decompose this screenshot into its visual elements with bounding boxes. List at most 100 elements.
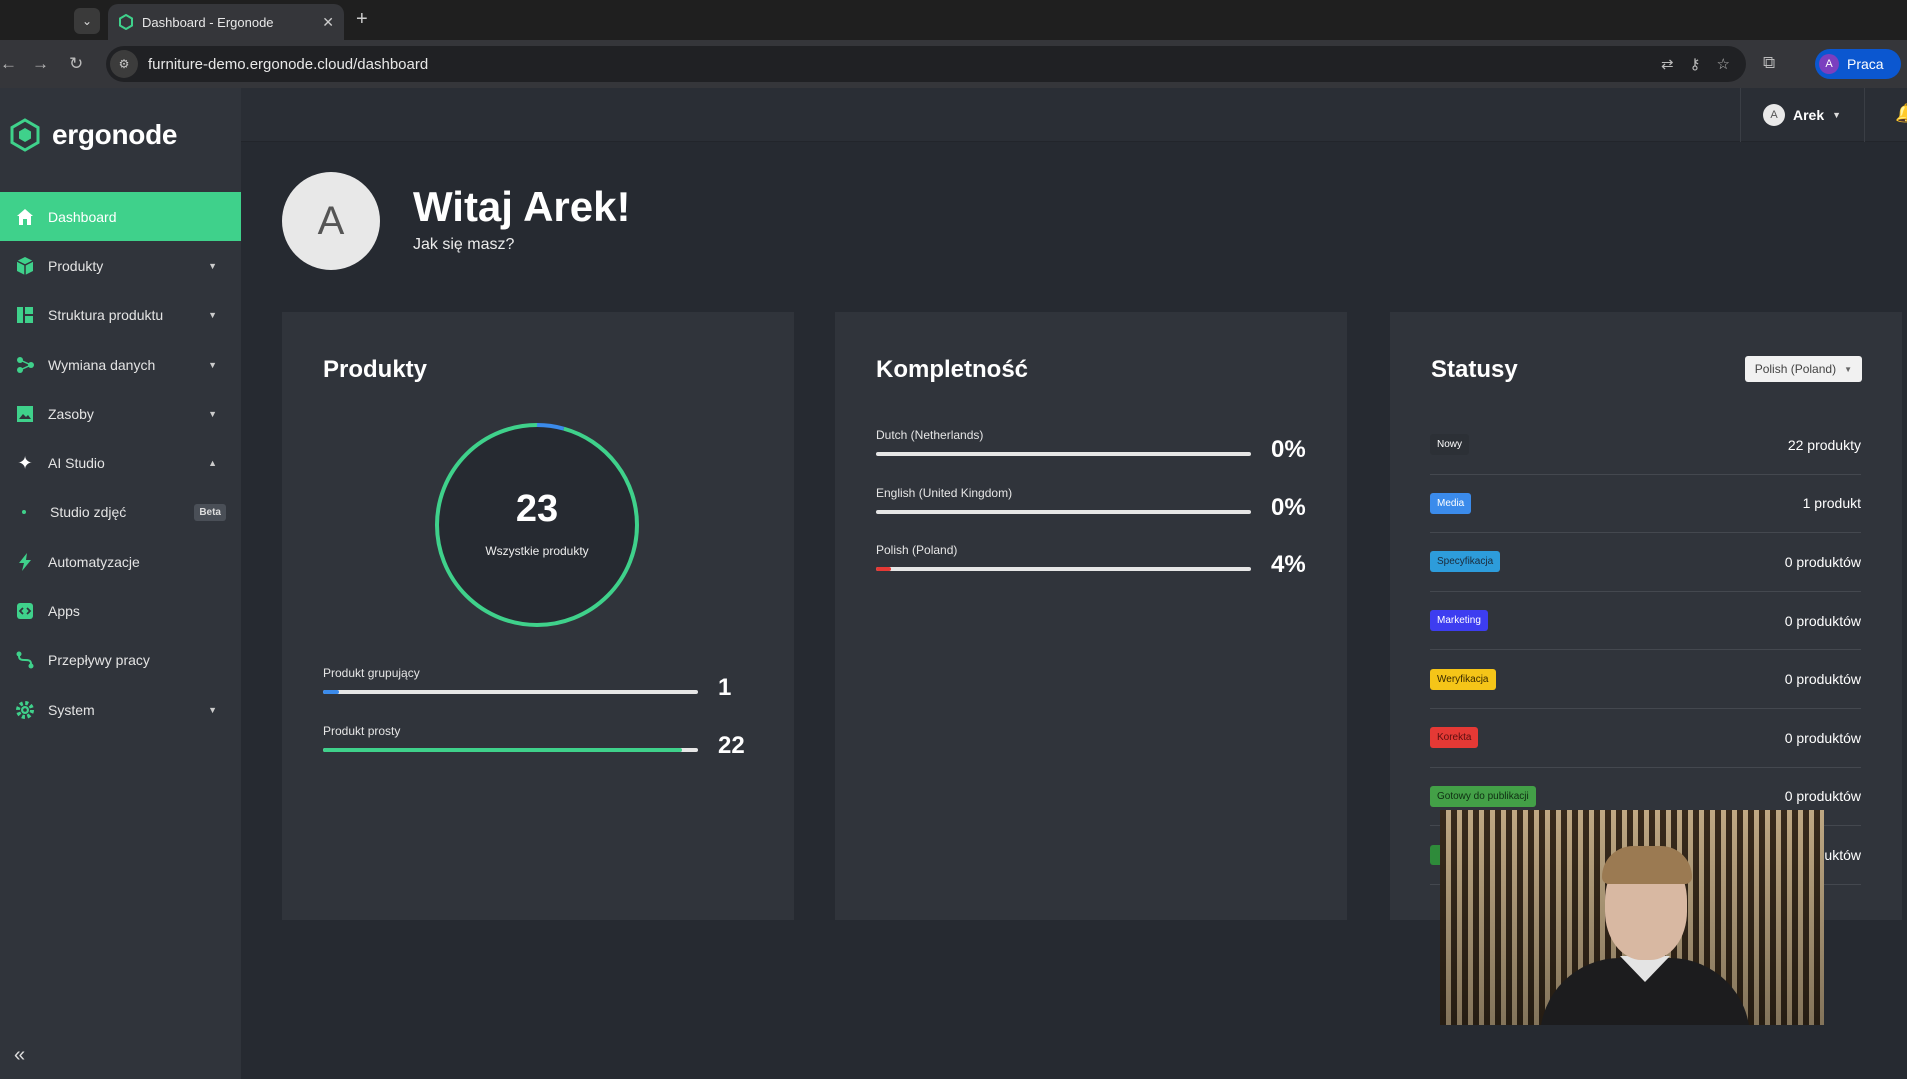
product-type-value: 22: [718, 732, 745, 759]
cube-icon: [14, 255, 36, 277]
address-bar[interactable]: ⚙ furniture-demo.ergonode.cloud/dashboar…: [106, 46, 1746, 82]
browser-tab-bar: ⌄ Dashboard - Ergonode ✕ +: [0, 0, 1907, 40]
share-icon: [14, 354, 36, 376]
sidebar-item-dashboard[interactable]: Dashboard: [0, 192, 241, 242]
url-text[interactable]: furniture-demo.ergonode.cloud/dashboard: [148, 56, 1661, 73]
reload-icon[interactable]: ↻: [69, 54, 83, 74]
translate-icon[interactable]: ⇄: [1661, 55, 1674, 73]
product-type-row: Produkt grupujący 1: [323, 666, 753, 706]
completeness-row: Dutch (Netherlands) 0%: [876, 428, 1306, 468]
progress-fill: [323, 748, 682, 752]
product-type-label: Produkt grupujący: [323, 666, 420, 680]
new-tab-icon[interactable]: +: [356, 8, 368, 31]
status-badge: Korekta: [1430, 727, 1479, 749]
products-total: 23: [515, 488, 559, 530]
status-row[interactable]: Korekta 0 produktów: [1430, 709, 1861, 768]
products-total-label: Wszystkie produkty: [485, 544, 589, 558]
status-count: 0 produktów: [1784, 553, 1861, 570]
caret-down-icon: ▼: [208, 310, 217, 321]
status-row[interactable]: Nowy 22 produkty: [1430, 416, 1861, 475]
product-type-row: Produkt prosty 22: [323, 724, 753, 764]
status-count: 22 produkty: [1787, 436, 1861, 453]
status-row[interactable]: Specyfikacja 0 produktów: [1430, 533, 1861, 592]
status-count: 0 produktów: [1784, 788, 1861, 805]
close-tab-icon[interactable]: ✕: [322, 14, 334, 31]
status-row[interactable]: Media 1 produkt: [1430, 475, 1861, 534]
progress-fill: [876, 567, 891, 571]
status-badge: Nowy: [1430, 434, 1470, 456]
structure-icon: [14, 304, 36, 326]
app-logo[interactable]: ergonode: [8, 118, 177, 152]
bookmark-star-icon[interactable]: ☆: [1717, 55, 1730, 73]
sidebar-item-label: Apps: [48, 603, 80, 620]
tab-title: Dashboard - Ergonode: [142, 14, 274, 30]
completeness-value: 0%: [1271, 436, 1306, 463]
status-badge: Gotowy do publikacji: [1430, 785, 1536, 807]
status-row[interactable]: Marketing 0 produktów: [1430, 592, 1861, 651]
completeness-row: English (United Kingdom) 0%: [876, 486, 1306, 526]
sidebar-item-przeplywy-pracy[interactable]: Przepływy pracy: [0, 636, 241, 685]
home-icon: [14, 206, 36, 228]
sidebar-item-label: Zasoby: [48, 405, 94, 422]
site-info-icon[interactable]: ⚙: [110, 50, 138, 78]
caret-down-icon: ▼: [208, 704, 217, 715]
language-label: Polish (Poland): [876, 543, 958, 557]
product-type-label: Produkt prosty: [323, 724, 401, 738]
sidebar-item-ai-studio[interactable]: ✦ AI Studio ▲: [0, 438, 241, 487]
sidebar-item-apps[interactable]: Apps: [0, 586, 241, 635]
sidebar-item-label: Wymiana danych: [48, 356, 156, 373]
caret-down-icon: ▼: [208, 359, 217, 370]
caret-up-icon: ▲: [208, 458, 217, 469]
product-type-value: 1: [718, 674, 732, 701]
card-title: Kompletność: [876, 356, 1029, 383]
caret-down-icon: ▼: [1844, 364, 1852, 374]
user-avatar: A: [1763, 104, 1785, 126]
collapse-sidebar-icon[interactable]: «: [14, 1044, 25, 1067]
sidebar-item-studio-zdjec[interactable]: Studio zdjęć Beta: [0, 488, 241, 537]
card-title: Produkty: [323, 356, 428, 383]
completeness-value: 4%: [1271, 551, 1306, 578]
page-subtitle: Jak się masz?: [413, 236, 515, 253]
notifications-bell-icon[interactable]: 🔔: [1895, 103, 1907, 124]
ergonode-logo-icon: [10, 118, 40, 152]
sidebar-item-label: Studio zdjęć: [50, 504, 127, 521]
sidebar-item-zasoby[interactable]: Zasoby ▼: [0, 389, 241, 438]
back-icon[interactable]: ←: [0, 54, 17, 74]
profile-button[interactable]: A Praca: [1815, 49, 1901, 79]
language-select[interactable]: Polish (Poland) ▼: [1744, 356, 1862, 382]
progress-track: [323, 748, 698, 752]
sidebar-item-system[interactable]: System ▼: [0, 685, 241, 734]
status-count: 1 produkt: [1802, 495, 1861, 512]
sparkle-icon: ✦: [17, 452, 33, 473]
gear-icon: [14, 699, 36, 721]
status-badge: Weryfikacja: [1430, 668, 1496, 690]
beta-badge: Beta: [194, 503, 226, 521]
products-card: Produkty 23 Wszystkie produkty Produkt g…: [282, 312, 794, 920]
caret-down-icon: ▼: [208, 260, 217, 271]
avatar: A: [282, 172, 380, 270]
progress-track: [876, 452, 1251, 456]
language-label: Dutch (Netherlands): [876, 428, 984, 442]
forward-icon[interactable]: →: [32, 54, 49, 74]
sidebar-item-produkty[interactable]: Produkty ▼: [0, 241, 241, 290]
sidebar-item-label: AI Studio: [48, 455, 105, 472]
sidebar-item-automatyzacje[interactable]: Automatyzacje: [0, 537, 241, 586]
image-icon: [14, 403, 36, 425]
status-badge: Marketing: [1430, 610, 1488, 632]
sidebar-item-struktura-produktu[interactable]: Struktura produktu ▼: [0, 291, 241, 340]
status-badge: Specyfikacja: [1430, 551, 1501, 573]
browser-tab[interactable]: Dashboard - Ergonode ✕: [108, 4, 344, 40]
browser-toolbar: ← → ↻ ⚙ furniture-demo.ergonode.cloud/da…: [0, 40, 1907, 88]
status-row[interactable]: Weryfikacja 0 produktów: [1430, 650, 1861, 709]
app-header: [241, 88, 1907, 142]
sidebar-item-label: Dashboard: [48, 208, 117, 225]
sidebar-item-wymiana-danych[interactable]: Wymiana danych ▼: [0, 340, 241, 389]
user-menu[interactable]: A Arek ▼: [1740, 88, 1865, 142]
status-count: uktów: [1824, 846, 1861, 863]
sidebar-item-label: Przepływy pracy: [48, 652, 150, 669]
progress-fill: [323, 690, 340, 694]
progress-track: [876, 510, 1251, 514]
key-icon[interactable]: ⚷: [1690, 55, 1701, 73]
extensions-icon[interactable]: ⧉: [1763, 53, 1775, 73]
tab-list-button[interactable]: ⌄: [74, 8, 100, 34]
